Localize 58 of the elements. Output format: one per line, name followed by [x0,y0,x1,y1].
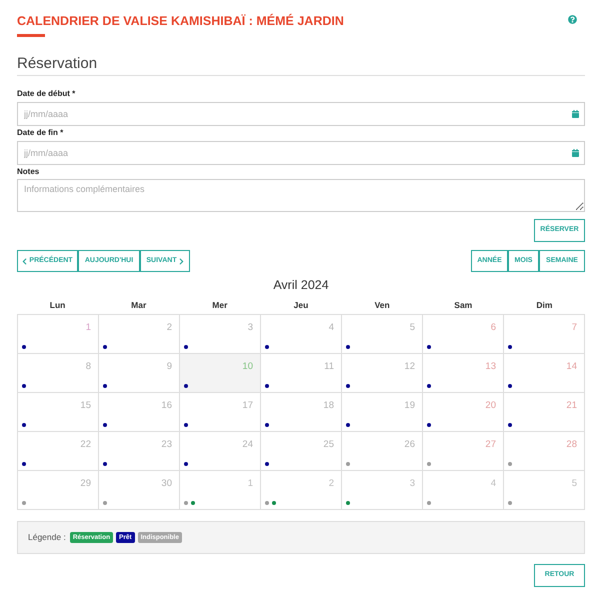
day-number: 4 [328,322,334,333]
weekday-header: Mer [212,300,228,310]
day-number: 12 [404,361,415,372]
weekday-header: Mar [131,300,146,310]
day-number: 9 [166,361,172,372]
chevron-left-icon [22,258,28,264]
notes-field[interactable]: Informations complémentaires [17,179,585,212]
day-number: 10 [242,361,253,372]
day-number: 2 [328,478,334,489]
date-field[interactable]: jj/mm/aaaa [17,102,585,126]
help-icon[interactable] [568,15,577,24]
day-number: 14 [566,361,577,372]
day-number: 27 [485,439,496,450]
day-number: 25 [323,439,334,450]
day-number: 2 [166,322,172,333]
day-number: 23 [161,439,172,450]
day-number: 6 [490,322,496,333]
day-number: 29 [80,478,91,489]
day-number: 19 [404,400,415,411]
calendar-icon[interactable] [572,110,579,118]
month-title: Avril 2024 [273,278,329,292]
day-number: 1 [248,478,253,489]
field-label: Date de fin * [17,128,64,138]
date-field[interactable]: jj/mm/aaaa [17,141,585,165]
page-title: CALENDRIER DE VALISE KAMISHIBAÏ : MÉMÉ JARDIN [17,14,344,28]
calendar-icon[interactable] [572,149,579,157]
weekday-header: Lun [50,300,66,310]
section-heading: Réservation [17,55,585,76]
day-number: 13 [485,361,496,372]
day-number: 5 [572,478,577,489]
day-number: 20 [485,400,496,411]
day-number: 8 [86,361,91,372]
legend-label: Légende : [28,531,66,544]
day-number: 30 [161,478,172,489]
day-number: 21 [566,400,577,411]
title-underline [17,34,45,37]
day-number: 3 [248,322,253,333]
day-number: 11 [324,361,334,372]
day-number: 16 [161,400,172,411]
day-number: 18 [323,400,334,411]
weekday-header: Jeu [294,300,308,310]
day-number: 1 [86,322,91,333]
day-number: 7 [572,322,577,333]
day-number: 22 [80,439,91,450]
day-number: 17 [242,400,253,411]
day-number: 15 [80,400,91,411]
field-label: Notes [17,167,40,177]
day-number: 26 [404,439,415,450]
day-number: 24 [242,439,253,450]
field-label: Date de début * [17,89,76,99]
day-number: 3 [410,478,415,489]
chevron-right-icon [178,258,184,264]
day-number: 5 [410,322,415,333]
weekday-header: Sam [454,300,472,310]
weekday-header: Dim [536,300,552,310]
day-number: 28 [566,439,577,450]
day-number: 4 [490,478,496,489]
weekday-header: Ven [374,300,390,310]
